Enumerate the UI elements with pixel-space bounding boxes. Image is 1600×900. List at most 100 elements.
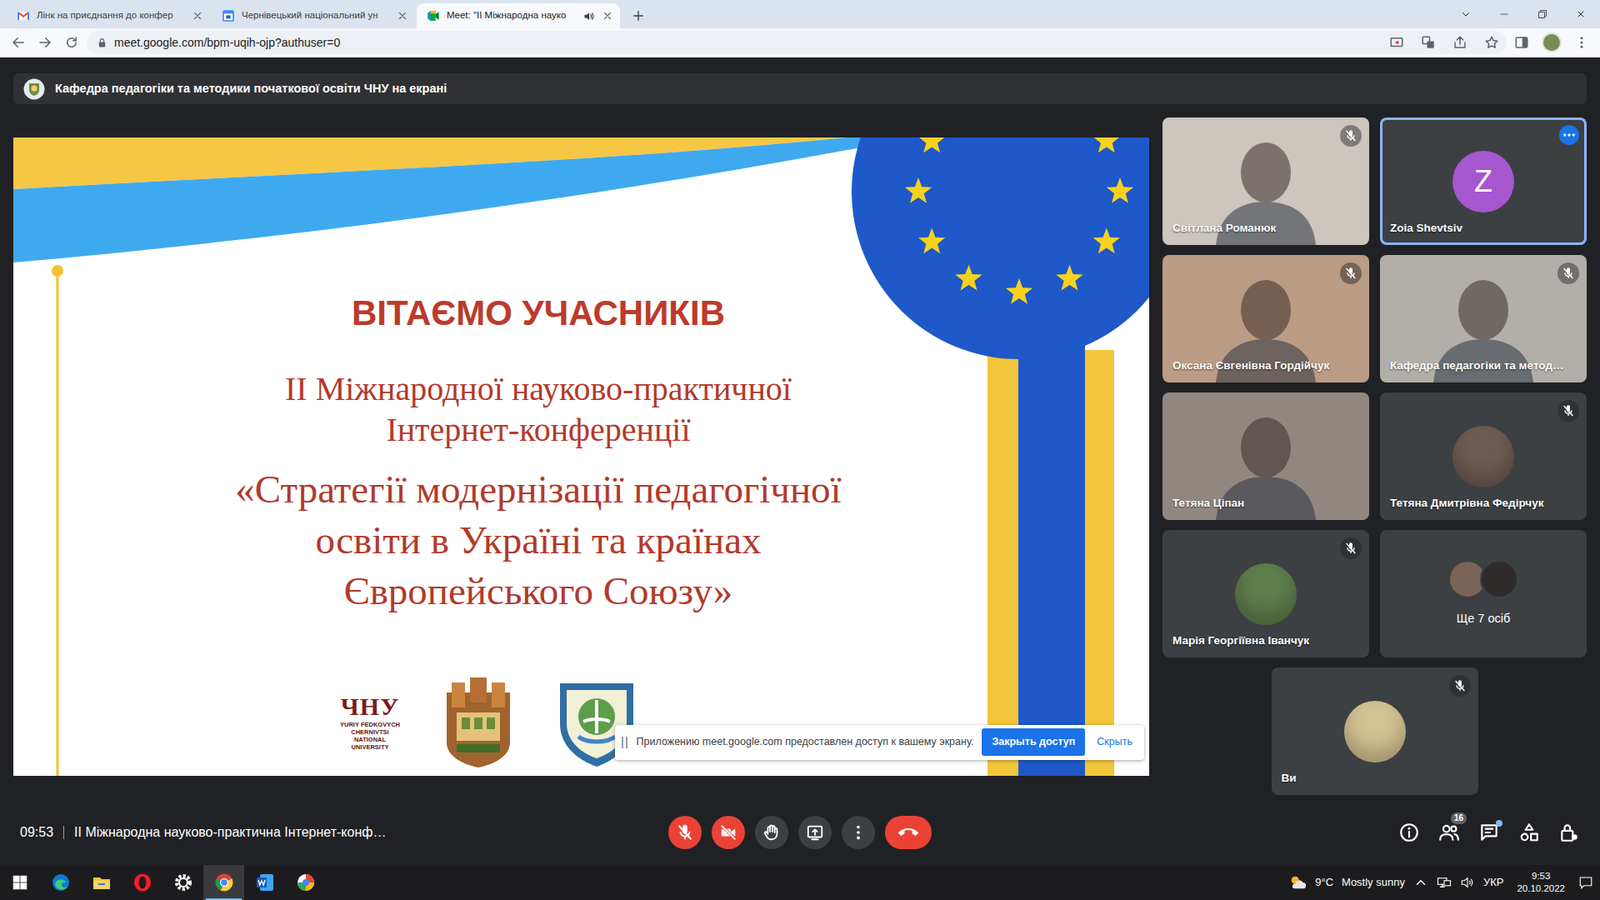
taskbar-app[interactable] <box>80 865 122 900</box>
camera-icon[interactable] <box>711 815 745 850</box>
clock[interactable]: 9:5320.10.2022 <box>1511 870 1570 895</box>
participant-tile[interactable]: Кафедра педагогіки та метод… <box>1380 255 1587 383</box>
department-logo-icon <box>23 78 45 100</box>
app-icon[interactable] <box>91 872 112 893</box>
host-lock-icon[interactable] <box>1558 821 1580 844</box>
people-icon[interactable] <box>1438 821 1460 844</box>
hide-button[interactable]: Скрыть <box>1093 734 1136 750</box>
weather-icon[interactable] <box>1288 873 1307 892</box>
side-panel-buttons: 16 <box>931 821 1580 844</box>
meeting-details: 09:53II Міжнародна науково-практична Інт… <box>20 822 669 843</box>
group-avatar <box>1480 560 1519 599</box>
app-icon[interactable] <box>214 872 235 893</box>
close-tab-icon[interactable] <box>601 10 614 22</box>
taskbar-app[interactable] <box>162 865 204 900</box>
chat-button[interactable] <box>1478 821 1500 844</box>
drag-handle-icon[interactable] <box>621 736 629 749</box>
url[interactable]: meet.google.com/bpm-uqih-ojp?authuser=0 <box>114 34 1374 52</box>
favicon-icon <box>221 9 235 23</box>
present-screen-icon[interactable] <box>798 815 832 850</box>
participant-tile[interactable]: Марія Георгіївна Іванчук <box>1162 530 1370 658</box>
app-icon[interactable] <box>173 872 194 893</box>
participant-tile[interactable]: Тетяна Дмитрівна Федірчук <box>1380 392 1587 520</box>
notifications-icon[interactable] <box>1578 875 1594 890</box>
muted-mic-icon <box>1340 537 1362 560</box>
network-icon[interactable] <box>1436 875 1452 890</box>
back-icon[interactable] <box>6 30 30 55</box>
participant-name: Марія Георгіївна Іванчук <box>1172 632 1360 650</box>
profile-avatar[interactable] <box>1541 32 1562 53</box>
taskbar-app[interactable] <box>285 865 326 900</box>
bookmark-star-icon[interactable] <box>1483 34 1500 51</box>
translate-icon[interactable] <box>1420 34 1437 51</box>
university-name-line: NATIONAL <box>354 735 386 744</box>
volume-icon[interactable] <box>1460 875 1475 890</box>
more-participants: Ще 7 осіб <box>1456 610 1511 629</box>
taskbar-app[interactable] <box>40 865 81 900</box>
photo-avatar <box>1344 700 1406 763</box>
show-hidden-icon[interactable] <box>1413 875 1429 890</box>
participant-tile[interactable]: Ви <box>1271 667 1479 795</box>
taskbar-app[interactable] <box>203 865 245 900</box>
weather-text[interactable]: Mostly sunny <box>1341 874 1405 891</box>
info-button[interactable] <box>1398 821 1420 844</box>
menu-icon[interactable] <box>1570 30 1594 55</box>
host-controls-button[interactable] <box>1558 821 1580 844</box>
microphone-icon[interactable] <box>668 815 702 850</box>
app-icon[interactable] <box>255 872 275 893</box>
favicon-icon <box>426 9 440 23</box>
tile-stage: Ще 7 осіб <box>1380 530 1587 658</box>
notice-text: Приложению meet.google.com предоставлен … <box>636 734 975 750</box>
app-icon[interactable] <box>50 872 71 893</box>
stop-sharing-button[interactable]: Закрыть доступ <box>981 728 1085 756</box>
browser-tab[interactable]: Лінк на приєднання до конфер <box>6 3 210 29</box>
minimize-icon[interactable] <box>1485 0 1524 29</box>
input-language[interactable]: УКР <box>1483 874 1505 891</box>
participant-tile[interactable]: ZZoia Shevtsiv <box>1380 117 1587 245</box>
app-icon[interactable] <box>295 872 316 893</box>
side-panel-icon[interactable] <box>1510 30 1534 55</box>
close-tab-icon[interactable] <box>396 10 409 22</box>
participant-tile[interactable]: Тетяна Ціпан <box>1162 392 1370 520</box>
participant-tile[interactable]: Ще 7 осіб <box>1380 530 1587 658</box>
browser-tab[interactable]: Meet: "II Міжнародна науко <box>416 3 620 29</box>
speaker-icon[interactable] <box>582 10 595 23</box>
close-tab-icon[interactable] <box>191 10 204 22</box>
taskbar-app[interactable] <box>244 865 285 900</box>
more-options-icon[interactable] <box>1559 125 1580 145</box>
slide-decoration-icon <box>13 137 1150 776</box>
lock-icon[interactable] <box>96 37 108 49</box>
weather-temp[interactable]: 9°C <box>1315 874 1334 891</box>
slide-content: ВІТАЄМО УЧАСНИКІВІІ Міжнародної науково-… <box>13 137 980 769</box>
close-window-icon[interactable] <box>1561 0 1600 29</box>
participant-tile[interactable]: Світлана Романюк <box>1162 117 1370 245</box>
avatar-letter: Z <box>1474 159 1493 205</box>
slide-subtitle: ІІ Міжнародної науково-практичноїІнтерне… <box>285 368 792 450</box>
tab-title: Чернівецький національний ун <box>241 8 390 23</box>
new-tab-icon[interactable] <box>626 4 650 28</box>
share-icon[interactable] <box>1451 34 1469 51</box>
raise-hand-icon[interactable] <box>755 815 789 850</box>
title-line: «Стратегії модернізації педагогічної <box>235 464 841 515</box>
activities-icon[interactable] <box>1518 821 1540 844</box>
taskbar-app[interactable] <box>121 865 163 900</box>
tab-search-icon[interactable] <box>1446 0 1485 29</box>
restore-icon[interactable] <box>1523 0 1562 29</box>
forward-icon[interactable] <box>33 30 57 55</box>
app-icon[interactable] <box>132 872 153 893</box>
more-options-icon[interactable] <box>841 815 875 850</box>
browser-tab[interactable]: Чернівецький національний ун <box>211 3 415 29</box>
unread-dot <box>1495 820 1503 827</box>
people-button[interactable]: 16 <box>1438 821 1460 844</box>
activities-button[interactable] <box>1518 821 1540 844</box>
start-windows-icon[interactable] <box>0 865 40 900</box>
taskbar: 9°C Mostly sunny УКР 9:5320.10.2022 <box>0 865 1600 900</box>
muted-mic-icon <box>1340 262 1362 285</box>
screen-share-icon[interactable] <box>1388 34 1405 51</box>
muted-mic-icon <box>1557 262 1580 285</box>
reload-icon[interactable] <box>60 30 84 55</box>
participant-tile[interactable]: Оксана Євгенівна Гордійчук <box>1162 255 1370 383</box>
info-icon[interactable] <box>1398 821 1420 844</box>
address-bar[interactable]: meet.google.com/bpm-uqih-ojp?authuser=0 <box>86 30 1507 55</box>
end-call-icon[interactable] <box>885 815 932 850</box>
